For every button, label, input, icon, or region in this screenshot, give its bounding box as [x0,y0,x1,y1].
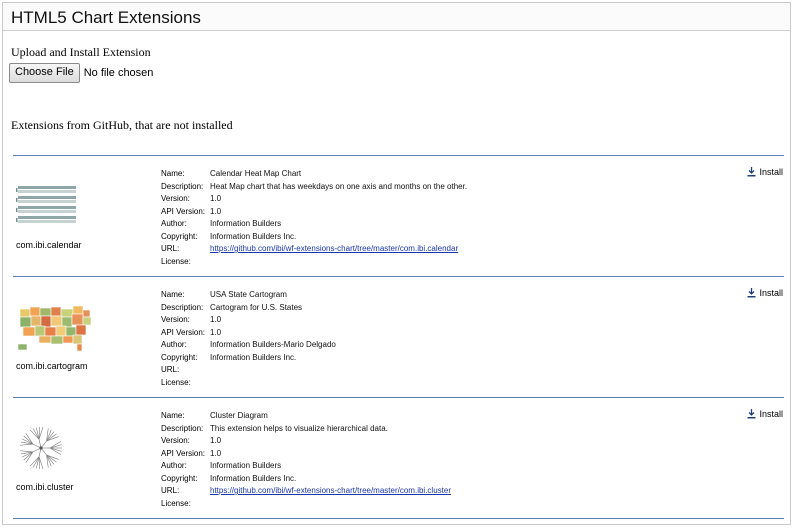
download-icon [747,409,756,419]
version-label: Version: [161,436,190,445]
extension-id: com.ibi.cartogram [16,361,88,371]
extension-copyright: Information Builders Inc. [210,473,297,483]
extension-api-version: 1.0 [210,206,222,216]
upload-label: Upload and Install Extension [11,45,151,59]
license-label: License: [161,377,191,387]
extension-author: Information Builders [210,219,282,228]
extension-properties: Name: USA State Cartogram Description: Car… [161,289,336,389]
file-status-text: No file chosen [83,67,154,79]
extension-api-version: 1.0 [210,448,222,458]
extension-item: com.ibi.cartogram Name: USA State Cartogr… [13,276,784,397]
author-label: Author: [161,219,187,228]
extension-version: 1.0 [210,315,222,324]
install-label: Install [759,409,783,419]
extension-item: com.ibi.calendar Name: Calendar Heat Map … [13,155,784,276]
extensions-page: HTML5 Chart Extensions Upload and Instal… [2,2,791,525]
install-label: Install [759,167,783,177]
copyright-label: Copyright: [161,231,198,241]
extension-id: com.ibi.calendar [16,240,82,250]
calendar-heatmap-thumbnail [16,186,76,223]
author-label: Author: [161,340,187,349]
description-label: Description: [161,302,204,312]
install-button[interactable]: Install [747,288,783,298]
cluster-dendrogram-thumbnail [20,427,62,469]
api-version-label: API Version: [161,327,206,337]
download-icon [747,288,756,298]
extension-copyright: Information Builders Inc. [210,352,297,362]
extension-id: com.ibi.cluster [16,482,74,492]
install-button[interactable]: Install [747,409,783,419]
extension-properties: Name: Cluster Diagram Description: This ex… [161,410,451,510]
api-version-label: API Version: [161,206,206,216]
copyright-label: Copyright: [161,352,198,362]
usa-cartogram-thumbnail [17,305,92,352]
extension-description: This extension helps to visualize hierar… [210,423,388,433]
name-label: Name: [161,169,185,178]
download-icon [747,167,756,177]
author-label: Author: [161,461,187,470]
url-label: URL: [161,365,180,374]
install-label: Install [759,288,783,298]
copyright-label: Copyright: [161,473,198,483]
extension-version: 1.0 [210,436,222,445]
extension-properties: Name: Calendar Heat Map Chart Description… [161,168,467,268]
extension-version: 1.0 [210,194,222,203]
license-label: License: [161,498,191,508]
page-title: HTML5 Chart Extensions [11,8,201,27]
version-label: Version: [161,315,190,324]
name-label: Name: [161,290,185,299]
github-section-heading: Extensions from GitHub, that are not ins… [11,118,233,132]
license-label: License: [161,256,191,266]
extension-api-version: 1.0 [210,327,222,337]
extension-name: USA State Cartogram [210,290,287,299]
version-label: Version: [161,194,190,203]
file-upload-control: Choose File No file chosen [9,63,153,83]
api-version-label: API Version: [161,448,206,458]
extension-url-link[interactable]: https://github.com/ibi/wf-extensions-cha… [210,243,458,256]
url-label: URL: [161,486,180,495]
extension-description: Cartogram for U.S. States [210,302,303,312]
choose-file-button[interactable]: Choose File [9,63,80,83]
install-button[interactable]: Install [747,167,783,177]
url-label: URL: [161,244,180,253]
extension-name: Calendar Heat Map Chart [210,169,302,178]
description-label: Description: [161,181,204,191]
description-label: Description: [161,423,204,433]
extension-item: com.ibi.cluster Name: Cluster Diagram Des… [13,397,784,519]
extension-description: Heat Map chart that has weekdays on one … [210,181,468,191]
name-label: Name: [161,411,185,420]
extension-url-link[interactable]: https://github.com/ibi/wf-extensions-cha… [210,485,451,498]
extension-copyright: Information Builders Inc. [210,231,297,241]
extension-author: Information Builders [210,461,282,470]
extension-name: Cluster Diagram [210,411,268,420]
extension-author: Information Builders-Mario Delgado [210,340,336,349]
